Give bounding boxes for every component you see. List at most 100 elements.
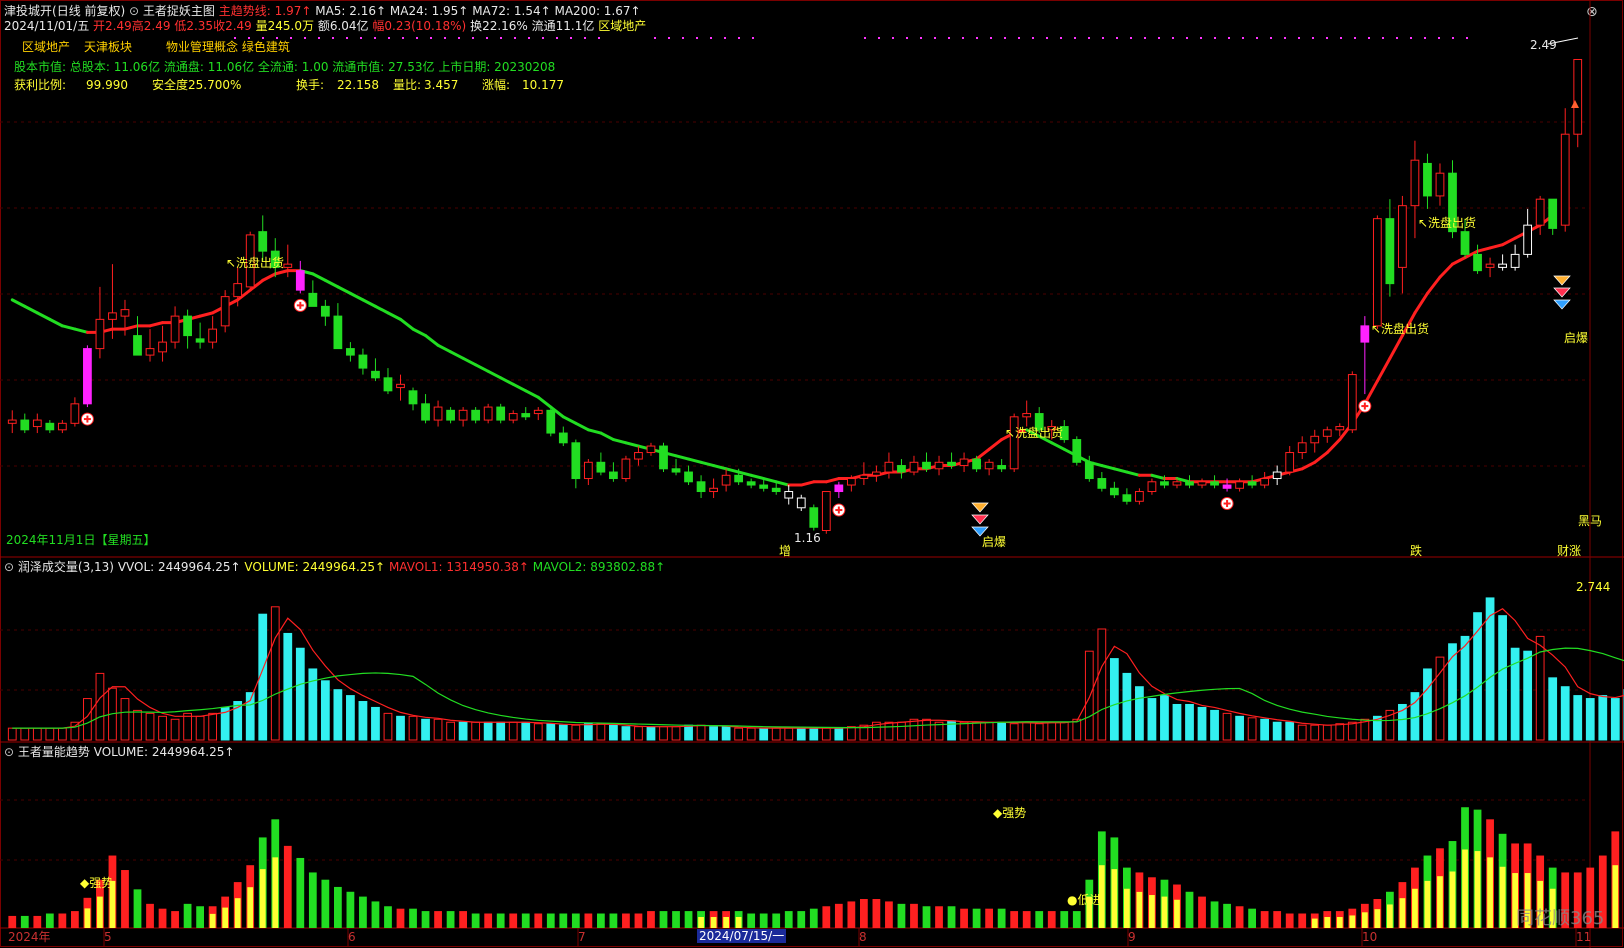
top-marker-dot <box>346 37 348 39</box>
energy-bar <box>834 903 843 928</box>
top-marker-dot <box>1060 37 1062 39</box>
candle-body <box>571 442 581 480</box>
main-trend-line-segment <box>411 327 428 338</box>
top-marker-dot <box>1354 37 1356 39</box>
candle-body <box>220 296 230 327</box>
main-trend-line-segment <box>1125 470 1141 477</box>
volume-bar <box>1335 723 1345 741</box>
candle-body <box>1247 481 1257 486</box>
volume-pane-title[interactable]: 润泽成交量(3,13) <box>18 560 114 574</box>
volume-bar <box>283 632 293 741</box>
diamond-icon <box>971 514 989 525</box>
x-axis-label-jun: 6 <box>348 930 356 944</box>
energy-bar <box>434 911 442 928</box>
energy-bar <box>1248 908 1257 928</box>
candle-body <box>258 231 268 252</box>
volume-bar <box>558 724 568 741</box>
wash-label-1: ↖洗盘出货 <box>226 256 285 270</box>
energy-bar-highlight <box>1462 849 1468 928</box>
top-marker-dot <box>234 37 236 39</box>
energy-bar-highlight <box>1412 888 1418 928</box>
main-trend-line-segment <box>198 311 215 318</box>
volume-bar <box>1222 712 1232 741</box>
top-marker-dot <box>878 37 880 39</box>
main-trend-line-segment <box>574 421 590 432</box>
candle-body <box>195 338 205 343</box>
volume-bar <box>621 726 631 741</box>
candle-body <box>1297 442 1307 454</box>
candle-body <box>1197 481 1207 486</box>
top-marker-dot <box>1368 37 1370 39</box>
energy-bar-highlight <box>1324 917 1331 928</box>
energy-bar <box>509 913 518 928</box>
energy-bar <box>859 899 868 928</box>
top-marker-dot <box>696 37 698 39</box>
main-trend-line-segment <box>449 350 465 360</box>
top-marker-dot <box>654 37 656 39</box>
candle-body <box>546 409 556 434</box>
candle-body <box>70 403 80 424</box>
volume-bar <box>1122 672 1132 741</box>
volume-bar <box>195 715 205 741</box>
candle-body <box>57 422 67 431</box>
volume-bar <box>170 718 180 741</box>
diamond-icon <box>971 502 989 513</box>
main-trend-line-segment <box>436 343 453 354</box>
main-trend-line-segment <box>524 389 540 399</box>
main-trend-line-segment <box>1313 451 1329 464</box>
energy-toggle-icon[interactable]: ⊙ <box>4 745 14 759</box>
volume-bar <box>32 727 42 741</box>
energy-bar <box>1010 911 1019 928</box>
energy-bar <box>847 901 856 928</box>
main-trend-line-segment <box>348 291 365 302</box>
energy-bar <box>935 906 943 928</box>
energy-bar <box>308 872 317 928</box>
energy-bar <box>359 896 367 928</box>
top-marker-dot <box>1424 37 1426 39</box>
candle-body <box>7 419 17 424</box>
top-marker-dot <box>486 37 488 39</box>
candle-body <box>922 461 931 470</box>
energy-bar <box>622 913 630 928</box>
candle-body <box>1385 218 1395 285</box>
volume-bar <box>583 723 593 741</box>
volume-bar <box>1285 721 1295 741</box>
main-trend-line-segment <box>712 464 728 471</box>
energy-bar <box>321 879 330 928</box>
energy-bar <box>1260 911 1269 928</box>
main-trend-line-segment <box>148 321 165 328</box>
candle-body <box>1548 198 1558 229</box>
energy-bar <box>45 913 54 928</box>
volume-bar <box>1560 686 1570 741</box>
candle-body <box>959 458 969 467</box>
volume-bar <box>308 668 318 741</box>
candle-body <box>508 413 518 421</box>
volume-toggle-icon[interactable]: ⊙ <box>4 560 14 574</box>
top-marker-dot <box>262 37 264 39</box>
main-trend-line-segment <box>48 317 64 328</box>
diamond-icon <box>1553 275 1571 286</box>
volume-bar <box>383 712 393 741</box>
diamond-icon <box>1553 287 1571 298</box>
candle-body <box>295 270 305 291</box>
energy-bar <box>672 911 680 928</box>
volume-bar <box>1297 724 1307 741</box>
volume-bar <box>471 721 481 741</box>
volume-bar <box>1185 703 1194 741</box>
candle-body <box>408 390 418 405</box>
volume-bar <box>1310 724 1320 741</box>
volume-bar <box>1047 721 1057 741</box>
energy-bar <box>196 906 205 928</box>
top-marker-dot <box>1396 37 1398 39</box>
main-trend-line-segment <box>674 454 691 461</box>
energy-pane-title[interactable]: 王者量能趋势 <box>18 745 90 759</box>
volume-bar <box>997 721 1007 741</box>
volume-bar <box>1109 658 1119 741</box>
volume-bar <box>959 721 969 741</box>
top-marker-dot <box>1312 37 1314 39</box>
energy-bar <box>1285 913 1294 928</box>
candle-body <box>1335 426 1345 431</box>
energy-bar <box>910 903 918 928</box>
kline-chart[interactable] <box>0 0 1624 948</box>
candle-body <box>771 487 781 493</box>
